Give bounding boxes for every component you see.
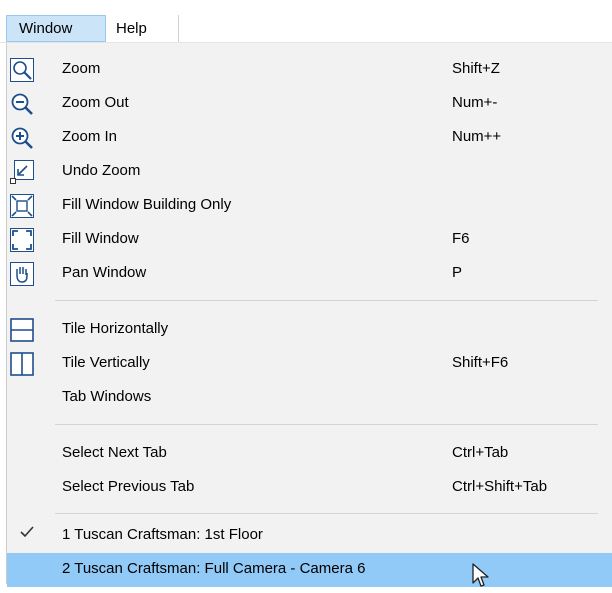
menu-separator <box>55 513 598 514</box>
fill-window-building-icon <box>10 194 34 218</box>
menu-separator <box>55 424 598 425</box>
tile-horizontal-icon <box>10 318 34 342</box>
tile-vertical-icon <box>10 352 34 376</box>
menubar-window[interactable]: Window <box>6 15 106 42</box>
menu-item-fill-window[interactable]: Fill Window F6 <box>7 223 612 257</box>
fill-window-icon <box>10 228 34 252</box>
zoom-in-icon <box>10 126 34 150</box>
menu-item-shortcut: P <box>452 264 463 281</box>
zoom-icon <box>10 58 34 82</box>
mouse-pointer-icon <box>472 563 492 591</box>
menu-item-label: Select Next Tab <box>62 444 167 461</box>
menu-item-label: Zoom In <box>62 128 118 145</box>
menu-item-label: Tile Vertically <box>62 354 150 371</box>
window-dropdown-menu: Zoom Shift+Z Zoom Out Num+- Zoom In Num+… <box>6 43 612 587</box>
menubar: Window Help <box>0 0 612 44</box>
menu-item-zoom[interactable]: Zoom Shift+Z <box>7 53 612 87</box>
menu-item-window-2[interactable]: 2 Tuscan Craftsman: Full Camera - Camera… <box>7 553 612 587</box>
menu-item-shortcut: Shift+F6 <box>452 354 509 371</box>
menubar-help[interactable]: Help <box>106 15 178 42</box>
menu-item-label: 1 Tuscan Craftsman: 1st Floor <box>62 526 263 543</box>
menu-item-label: Pan Window <box>62 264 147 281</box>
menu-item-tab-windows[interactable]: Tab Windows <box>7 381 612 415</box>
zoom-out-icon <box>10 92 34 116</box>
menu-item-label: Tile Horizontally <box>62 320 169 337</box>
menu-item-select-previous-tab[interactable]: Select Previous Tab Ctrl+Shift+Tab <box>7 471 612 505</box>
menu-item-zoom-in[interactable]: Zoom In Num++ <box>7 121 612 155</box>
menu-item-undo-zoom[interactable]: Undo Zoom <box>7 155 612 189</box>
menu-item-shortcut: Num+- <box>452 94 498 111</box>
menu-item-fill-window-building-only[interactable]: Fill Window Building Only <box>7 189 612 223</box>
menu-item-pan-window[interactable]: Pan Window P <box>7 257 612 291</box>
menu-item-tile-horizontally[interactable]: Tile Horizontally <box>7 313 612 347</box>
menu-separator <box>55 300 598 301</box>
menu-item-shortcut: Ctrl+Tab <box>452 444 509 461</box>
menu-item-shortcut: Ctrl+Shift+Tab <box>452 478 548 495</box>
menu-item-label: Tab Windows <box>62 388 152 405</box>
menu-item-label: Fill Window Building Only <box>62 196 232 213</box>
menu-item-label: Zoom <box>62 60 101 77</box>
menu-item-window-1[interactable]: 1 Tuscan Craftsman: 1st Floor <box>7 519 612 553</box>
menu-item-label: 2 Tuscan Craftsman: Full Camera - Camera… <box>62 560 366 577</box>
menu-item-label: Undo Zoom <box>62 162 141 179</box>
menu-item-shortcut: F6 <box>452 230 470 247</box>
menu-item-select-next-tab[interactable]: Select Next Tab Ctrl+Tab <box>7 437 612 471</box>
menu-item-tile-vertically[interactable]: Tile Vertically Shift+F6 <box>7 347 612 381</box>
checkmark-icon <box>19 524 39 544</box>
pan-hand-icon <box>10 262 34 286</box>
menu-item-label: Select Previous Tab <box>62 478 195 495</box>
menubar-divider <box>178 15 179 43</box>
undo-zoom-icon <box>10 160 34 184</box>
menu-item-shortcut: Num++ <box>452 128 502 145</box>
menu-item-label: Fill Window <box>62 230 139 247</box>
menu-item-zoom-out[interactable]: Zoom Out Num+- <box>7 87 612 121</box>
menu-item-shortcut: Shift+Z <box>452 60 500 77</box>
menu-item-label: Zoom Out <box>62 94 129 111</box>
